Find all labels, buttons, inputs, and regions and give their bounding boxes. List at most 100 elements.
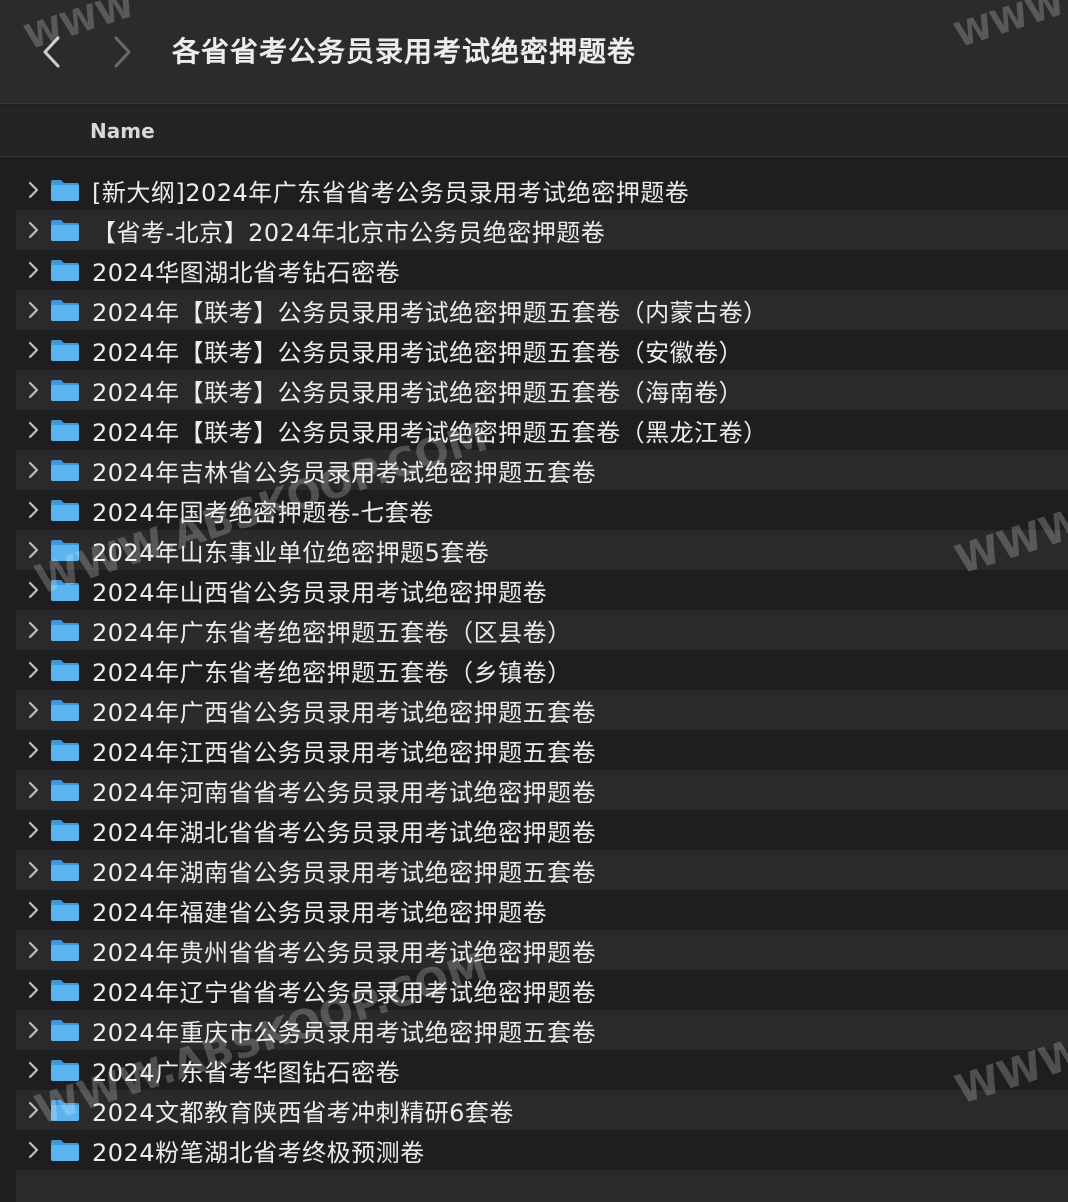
disclosure-triangle[interactable] bbox=[18, 250, 48, 290]
disclosure-triangle[interactable] bbox=[18, 1090, 48, 1130]
disclosure-triangle[interactable] bbox=[18, 1010, 48, 1050]
folder-row[interactable]: [新大纲]2024年广东省省考公务员录用考试绝密押题卷 bbox=[16, 170, 1068, 210]
file-list: [新大纲]2024年广东省省考公务员录用考试绝密押题卷 【省考-北京】2024年北… bbox=[16, 170, 1068, 1202]
folder-row[interactable]: 2024年【联考】公务员录用考试绝密押题五套卷（安徽卷） bbox=[16, 330, 1068, 370]
folder-name: 2024年广东省考绝密押题五套卷（区县卷） bbox=[92, 618, 572, 647]
folder-icon bbox=[51, 540, 79, 561]
folder-name: 2024年江西省公务员录用考试绝密押题五套卷 bbox=[92, 738, 597, 767]
folder-row[interactable]: 2024年吉林省公务员录用考试绝密押题五套卷 bbox=[16, 450, 1068, 490]
folder-name: 2024年【联考】公务员录用考试绝密押题五套卷（安徽卷） bbox=[92, 338, 744, 367]
chevron-right-icon bbox=[28, 221, 39, 239]
folder-row[interactable]: 2024粉笔湖北省考终极预测卷 bbox=[16, 1130, 1068, 1170]
window-title: 各省省考公务员录用考试绝密押题卷 bbox=[172, 35, 637, 68]
folder-row[interactable]: 2024年江西省公务员录用考试绝密押题五套卷 bbox=[16, 730, 1068, 770]
back-button[interactable] bbox=[32, 30, 72, 74]
disclosure-triangle[interactable] bbox=[18, 730, 48, 770]
disclosure-triangle[interactable] bbox=[18, 290, 48, 330]
chevron-right-icon bbox=[28, 261, 39, 279]
folder-row[interactable]: 2024年贵州省省考公务员录用考试绝密押题卷 bbox=[16, 930, 1068, 970]
chevron-right-icon bbox=[28, 501, 39, 519]
folder-icon bbox=[51, 460, 79, 481]
folder-row[interactable]: 2024年河南省省考公务员录用考试绝密押题卷 bbox=[16, 770, 1068, 810]
chevron-right-icon bbox=[28, 381, 39, 399]
folder-icon bbox=[51, 220, 79, 241]
folder-icon bbox=[51, 580, 79, 601]
folder-name: 2024年【联考】公务员录用考试绝密押题五套卷（黑龙江卷） bbox=[92, 418, 768, 447]
chevron-right-icon bbox=[28, 581, 39, 599]
folder-row[interactable]: 2024年山西省公务员录用考试绝密押题卷 bbox=[16, 570, 1068, 610]
disclosure-triangle[interactable] bbox=[18, 1050, 48, 1090]
disclosure-triangle[interactable] bbox=[18, 370, 48, 410]
folder-row[interactable]: 2024年湖南省公务员录用考试绝密押题五套卷 bbox=[16, 850, 1068, 890]
disclosure-triangle[interactable] bbox=[18, 810, 48, 850]
folder-name: 2024年辽宁省省考公务员录用考试绝密押题卷 bbox=[92, 978, 597, 1007]
chevron-right-icon bbox=[28, 421, 39, 439]
disclosure-triangle[interactable] bbox=[18, 770, 48, 810]
folder-row[interactable]: 2024文都教育陕西省考冲刺精研6套卷 bbox=[16, 1090, 1068, 1130]
folder-name: 2024年湖北省省考公务员录用考试绝密押题卷 bbox=[92, 818, 597, 847]
folder-row[interactable]: 2024广东省考华图钻石密卷 bbox=[16, 1050, 1068, 1090]
folder-name: 2024年【联考】公务员录用考试绝密押题五套卷（内蒙古卷） bbox=[92, 298, 768, 327]
chevron-right-icon bbox=[28, 741, 39, 759]
folder-name: 2024年山西省公务员录用考试绝密押题卷 bbox=[92, 578, 548, 607]
disclosure-triangle[interactable] bbox=[18, 450, 48, 490]
disclosure-triangle[interactable] bbox=[18, 530, 48, 570]
folder-name: 2024年【联考】公务员录用考试绝密押题五套卷（海南卷） bbox=[92, 378, 744, 407]
disclosure-triangle[interactable] bbox=[18, 570, 48, 610]
folder-row[interactable]: 2024年重庆市公务员录用考试绝密押题五套卷 bbox=[16, 1010, 1068, 1050]
chevron-right-icon bbox=[28, 181, 39, 199]
folder-icon bbox=[51, 260, 79, 281]
disclosure-triangle[interactable] bbox=[18, 970, 48, 1010]
disclosure-triangle[interactable] bbox=[18, 1130, 48, 1170]
folder-row[interactable]: 2024年广东省考绝密押题五套卷（乡镇卷） bbox=[16, 650, 1068, 690]
folder-row[interactable]: 2024年山东事业单位绝密押题5套卷 bbox=[16, 530, 1068, 570]
folder-row[interactable]: 2024年广西省公务员录用考试绝密押题五套卷 bbox=[16, 690, 1068, 730]
folder-row[interactable]: 2024年广东省考绝密押题五套卷（区县卷） bbox=[16, 610, 1068, 650]
chevron-right-icon bbox=[28, 1061, 39, 1079]
finder-window: 各省省考公务员录用考试绝密押题卷 Name [新大纲]2024年广东省省考公务员… bbox=[0, 0, 1068, 1202]
chevron-right-icon bbox=[28, 1101, 39, 1119]
folder-row[interactable]: 2024华图湖北省考钻石密卷 bbox=[16, 250, 1068, 290]
folder-name: 2024年湖南省公务员录用考试绝密押题五套卷 bbox=[92, 858, 597, 887]
folder-icon bbox=[51, 860, 79, 881]
disclosure-triangle[interactable] bbox=[18, 650, 48, 690]
column-header-name[interactable]: Name bbox=[90, 105, 155, 157]
folder-icon bbox=[51, 740, 79, 761]
folder-icon bbox=[51, 1140, 79, 1161]
disclosure-triangle[interactable] bbox=[18, 490, 48, 530]
disclosure-triangle[interactable] bbox=[18, 610, 48, 650]
folder-name: 2024华图湖北省考钻石密卷 bbox=[92, 258, 401, 287]
folder-row[interactable]: 【省考-北京】2024年北京市公务员绝密押题卷 bbox=[16, 210, 1068, 250]
chevron-right-icon bbox=[114, 36, 131, 68]
folder-row[interactable]: 2024年【联考】公务员录用考试绝密押题五套卷（黑龙江卷） bbox=[16, 410, 1068, 450]
disclosure-triangle[interactable] bbox=[18, 850, 48, 890]
chevron-right-icon bbox=[28, 341, 39, 359]
folder-row[interactable]: 2024年辽宁省省考公务员录用考试绝密押题卷 bbox=[16, 970, 1068, 1010]
disclosure-triangle[interactable] bbox=[18, 210, 48, 250]
forward-button[interactable] bbox=[102, 30, 142, 74]
folder-icon bbox=[51, 340, 79, 361]
folder-icon bbox=[51, 620, 79, 641]
folder-icon bbox=[51, 380, 79, 401]
folder-name: 2024年山东事业单位绝密押题5套卷 bbox=[92, 538, 490, 567]
folder-name: 2024文都教育陕西省考冲刺精研6套卷 bbox=[92, 1098, 514, 1127]
folder-row[interactable]: 2024年【联考】公务员录用考试绝密押题五套卷（内蒙古卷） bbox=[16, 290, 1068, 330]
chevron-right-icon bbox=[28, 1021, 39, 1039]
disclosure-triangle[interactable] bbox=[18, 330, 48, 370]
disclosure-triangle[interactable] bbox=[18, 890, 48, 930]
disclosure-triangle[interactable] bbox=[18, 170, 48, 210]
folder-name: 2024粉笔湖北省考终极预测卷 bbox=[92, 1138, 425, 1167]
folder-icon bbox=[51, 500, 79, 521]
disclosure-triangle[interactable] bbox=[18, 410, 48, 450]
folder-row[interactable]: 2024年湖北省省考公务员录用考试绝密押题卷 bbox=[16, 810, 1068, 850]
disclosure-triangle[interactable] bbox=[18, 930, 48, 970]
folder-row[interactable]: 2024年【联考】公务员录用考试绝密押题五套卷（海南卷） bbox=[16, 370, 1068, 410]
chevron-right-icon bbox=[28, 941, 39, 959]
folder-row[interactable]: 2024年国考绝密押题卷-七套卷 bbox=[16, 490, 1068, 530]
folder-icon bbox=[51, 780, 79, 801]
disclosure-triangle[interactable] bbox=[18, 690, 48, 730]
list-header: Name bbox=[0, 105, 1068, 157]
folder-name: 2024年广东省考绝密押题五套卷（乡镇卷） bbox=[92, 658, 572, 687]
folder-row[interactable]: 2024年福建省公务员录用考试绝密押题卷 bbox=[16, 890, 1068, 930]
folder-icon bbox=[51, 940, 79, 961]
